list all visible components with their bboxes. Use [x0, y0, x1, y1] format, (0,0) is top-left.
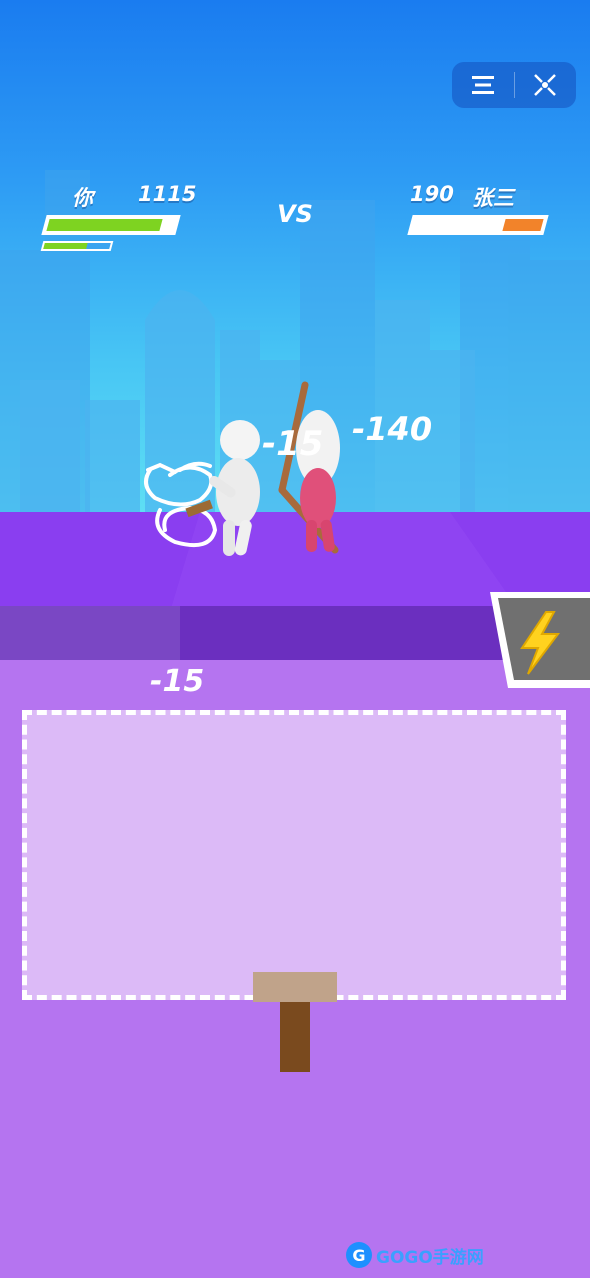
- enemy-name: 张三: [472, 186, 514, 210]
- lightning-bolt-icon[interactable]: [484, 590, 590, 688]
- damage-number-player: -15: [262, 424, 324, 464]
- damage-number-pad: -15: [150, 664, 205, 699]
- weapon-handle: [280, 1002, 310, 1072]
- enemy-health-bar: [407, 215, 549, 235]
- player-energy-bar: [40, 241, 114, 251]
- menu-pill: [452, 62, 576, 108]
- player-energy-fill: [43, 243, 111, 249]
- enemy-score: 190: [410, 182, 454, 206]
- player-name: 你: [72, 186, 93, 210]
- player-character: [185, 420, 260, 556]
- player-health-fill: [46, 219, 163, 231]
- watermark-logo-icon: G: [346, 1242, 372, 1268]
- close-icon[interactable]: [514, 62, 576, 108]
- enemy-health-fill: [502, 219, 544, 231]
- watermark: G GOGO手游网: [346, 1240, 484, 1270]
- watermark-text: GOGO手游网: [376, 1247, 484, 1268]
- player-score: 1115: [138, 182, 197, 206]
- weapon-handle-guard: [253, 972, 337, 1002]
- weapon-drawing-pad[interactable]: [22, 710, 566, 1000]
- player-health-bar: [41, 215, 181, 235]
- enemy-character: [278, 381, 340, 554]
- list-icon[interactable]: [452, 62, 514, 108]
- fighters: [144, 381, 340, 556]
- platform-edge-shade: [0, 606, 180, 662]
- game-scene: 你 1115 VS 190 张三 -15 -140 -15 G GOGO手游网: [0, 0, 590, 1278]
- damage-number-enemy: -140: [352, 410, 433, 448]
- vs-label: VS: [277, 200, 313, 228]
